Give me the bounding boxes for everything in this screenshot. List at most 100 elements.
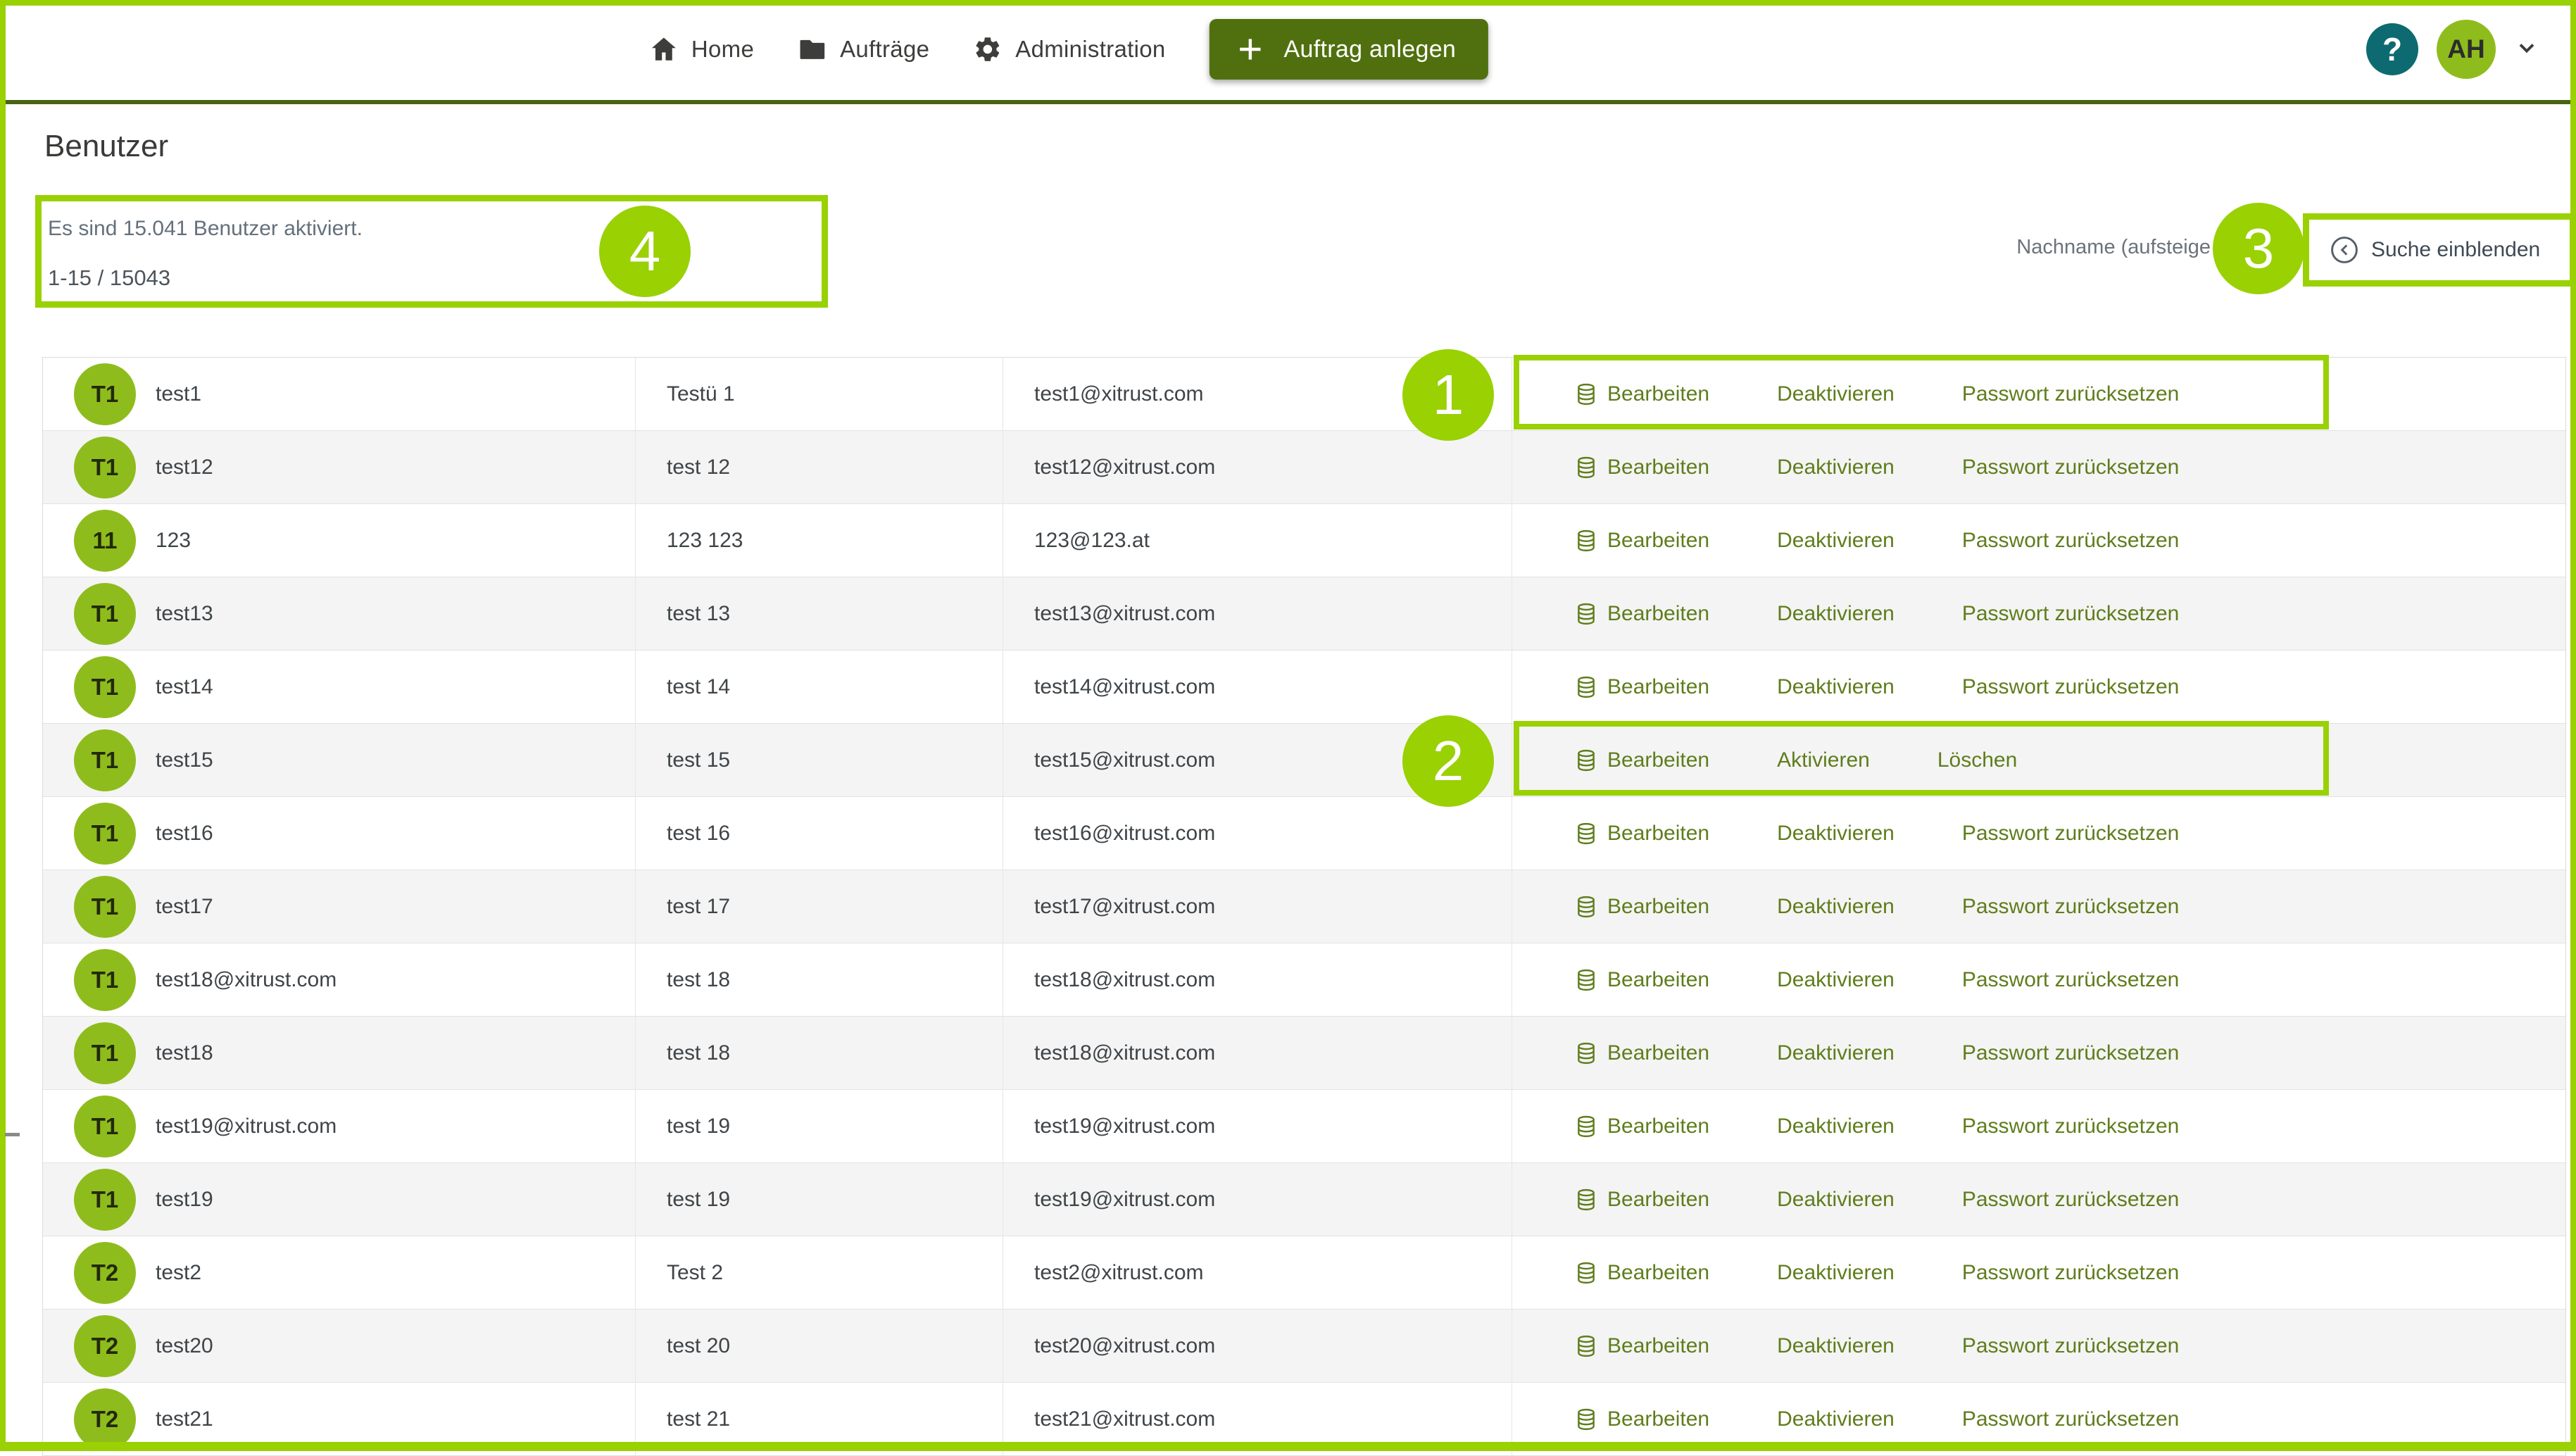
sort-order-label[interactable]: Nachname (aufsteige — [2016, 236, 2211, 259]
edit-action[interactable]: Bearbeiten — [1574, 1115, 1709, 1138]
user-menu-toggle[interactable] — [2514, 35, 2539, 64]
show-search-button[interactable]: Suche einblenden — [2329, 213, 2540, 287]
username-cell: T2test21 — [43, 1383, 636, 1455]
user-avatar[interactable]: AH — [2437, 20, 2496, 79]
edit-action[interactable]: Bearbeiten — [1574, 602, 1709, 626]
nav-item-label: Home — [691, 36, 754, 63]
extra-action[interactable]: Passwort zurücksetzen — [1962, 1115, 2179, 1138]
page-title: Benutzer — [44, 129, 168, 164]
extra-action[interactable]: Passwort zurücksetzen — [1962, 602, 2179, 626]
edit-action[interactable]: Bearbeiten — [1574, 822, 1709, 846]
user-table: T1test1Testü 1test1@xitrust.comBearbeite… — [42, 357, 2566, 1456]
username: test13 — [156, 602, 213, 626]
extra-action[interactable]: Passwort zurücksetzen — [1962, 1041, 2179, 1065]
action-label: Deaktivieren — [1777, 895, 1895, 919]
extra-action[interactable]: Passwort zurücksetzen — [1962, 1188, 2179, 1212]
status-action[interactable]: Deaktivieren — [1777, 675, 1895, 699]
table-row: T2test2Test 2test2@xitrust.comBearbeiten… — [43, 1236, 2565, 1310]
edit-action[interactable]: Bearbeiten — [1574, 1334, 1709, 1358]
username-cell: T1test19 — [43, 1163, 636, 1236]
fullname-cell: test 20 — [636, 1310, 1003, 1382]
action-label: Passwort zurücksetzen — [1962, 382, 2179, 406]
edit-action[interactable]: Bearbeiten — [1574, 968, 1709, 992]
avatar: T1 — [74, 583, 136, 645]
table-row: T2test20test 20test20@xitrust.comBearbei… — [43, 1310, 2565, 1383]
extra-action[interactable]: Passwort zurücksetzen — [1962, 1407, 2179, 1431]
status-action[interactable]: Deaktivieren — [1777, 822, 1895, 846]
action-label: Bearbeiten — [1607, 1041, 1709, 1065]
extra-action[interactable]: Passwort zurücksetzen — [1962, 456, 2179, 479]
circled-chevron-left-icon — [2329, 234, 2360, 265]
status-action[interactable]: Deaktivieren — [1777, 1115, 1895, 1138]
action-label: Passwort zurücksetzen — [1962, 602, 2179, 626]
status-action[interactable]: Deaktivieren — [1777, 1261, 1895, 1285]
username: test18 — [156, 1041, 213, 1065]
edit-action[interactable]: Bearbeiten — [1574, 1261, 1709, 1285]
action-label: Deaktivieren — [1777, 1041, 1895, 1065]
action-label: Bearbeiten — [1607, 1115, 1709, 1138]
edit-action[interactable]: Bearbeiten — [1574, 382, 1709, 406]
edit-action[interactable]: Bearbeiten — [1574, 748, 1709, 772]
edit-action[interactable]: Bearbeiten — [1574, 895, 1709, 919]
avatar: T2 — [74, 1315, 136, 1377]
edit-action[interactable]: Bearbeiten — [1574, 675, 1709, 699]
action-label: Deaktivieren — [1777, 1407, 1895, 1431]
actions-cell: Bearbeiten Deaktivieren Passwort zurückset… — [1512, 431, 2565, 503]
status-action[interactable]: Deaktivieren — [1777, 968, 1895, 992]
extra-action[interactable]: Passwort zurücksetzen — [1962, 529, 2179, 553]
actions-cell: Bearbeiten Deaktivieren Passwort zurückset… — [1512, 870, 2565, 943]
action-label: Bearbeiten — [1607, 456, 1709, 479]
username: 123 — [156, 529, 191, 553]
extra-action[interactable]: Passwort zurücksetzen — [1962, 895, 2179, 919]
action-label: Deaktivieren — [1777, 822, 1895, 846]
top-nav-bar: Home Aufträge Administration Auftrag anl… — [6, 6, 2570, 104]
action-label: Deaktivieren — [1777, 1188, 1895, 1212]
extra-action[interactable]: Passwort zurücksetzen — [1962, 822, 2179, 846]
help-button[interactable]: ? — [2366, 23, 2418, 75]
action-label: Deaktivieren — [1777, 1334, 1895, 1358]
database-icon — [1574, 895, 1598, 919]
status-action[interactable]: Deaktivieren — [1777, 1407, 1895, 1431]
username: test15 — [156, 748, 213, 772]
extra-action[interactable]: Löschen — [1937, 748, 2017, 772]
email-cell: test17@xitrust.com — [1003, 870, 1512, 943]
avatar: T1 — [74, 949, 136, 1011]
status-action[interactable]: Deaktivieren — [1777, 456, 1895, 479]
nav-item-administration[interactable]: Administration — [973, 34, 1165, 64]
username-cell: T1test18 — [43, 1017, 636, 1089]
edit-action[interactable]: Bearbeiten — [1574, 529, 1709, 553]
extra-action[interactable]: Passwort zurücksetzen — [1962, 1334, 2179, 1358]
status-action[interactable]: Aktivieren — [1777, 748, 1870, 772]
user-avatar-initials: AH — [2447, 34, 2484, 64]
nav-item-home[interactable]: Home — [649, 34, 754, 64]
extra-action[interactable]: Passwort zurücksetzen — [1962, 968, 2179, 992]
action-label: Passwort zurücksetzen — [1962, 675, 2179, 699]
status-action[interactable]: Deaktivieren — [1777, 529, 1895, 553]
edit-action[interactable]: Bearbeiten — [1574, 1188, 1709, 1212]
nav-item-auftraege[interactable]: Aufträge — [798, 34, 929, 64]
edit-action[interactable]: Bearbeiten — [1574, 1041, 1709, 1065]
create-order-button[interactable]: Auftrag anlegen — [1210, 19, 1489, 80]
active-users-text: Es sind 15.041 Benutzer aktiviert. — [48, 217, 363, 241]
avatar: T2 — [74, 1242, 136, 1304]
username-cell: T2test20 — [43, 1310, 636, 1382]
status-action[interactable]: Deaktivieren — [1777, 1041, 1895, 1065]
extra-action[interactable]: Passwort zurücksetzen — [1962, 1261, 2179, 1285]
status-action[interactable]: Deaktivieren — [1777, 1188, 1895, 1212]
email-cell: test18@xitrust.com — [1003, 943, 1512, 1016]
edit-action[interactable]: Bearbeiten — [1574, 1407, 1709, 1431]
status-action[interactable]: Deaktivieren — [1777, 895, 1895, 919]
email-cell: test2@xitrust.com — [1003, 1236, 1512, 1309]
actions-cell: Bearbeiten Deaktivieren Passwort zurückset… — [1512, 943, 2565, 1016]
header-user-area: ? AH — [2366, 6, 2539, 93]
status-action[interactable]: Deaktivieren — [1777, 382, 1895, 406]
edit-action[interactable]: Bearbeiten — [1574, 456, 1709, 479]
database-icon — [1574, 382, 1598, 406]
extra-action[interactable]: Passwort zurücksetzen — [1962, 675, 2179, 699]
status-action[interactable]: Deaktivieren — [1777, 1334, 1895, 1358]
status-action[interactable]: Deaktivieren — [1777, 602, 1895, 626]
action-label: Aktivieren — [1777, 748, 1870, 772]
action-label: Deaktivieren — [1777, 968, 1895, 992]
action-label: Bearbeiten — [1607, 895, 1709, 919]
extra-action[interactable]: Passwort zurücksetzen — [1962, 382, 2179, 406]
